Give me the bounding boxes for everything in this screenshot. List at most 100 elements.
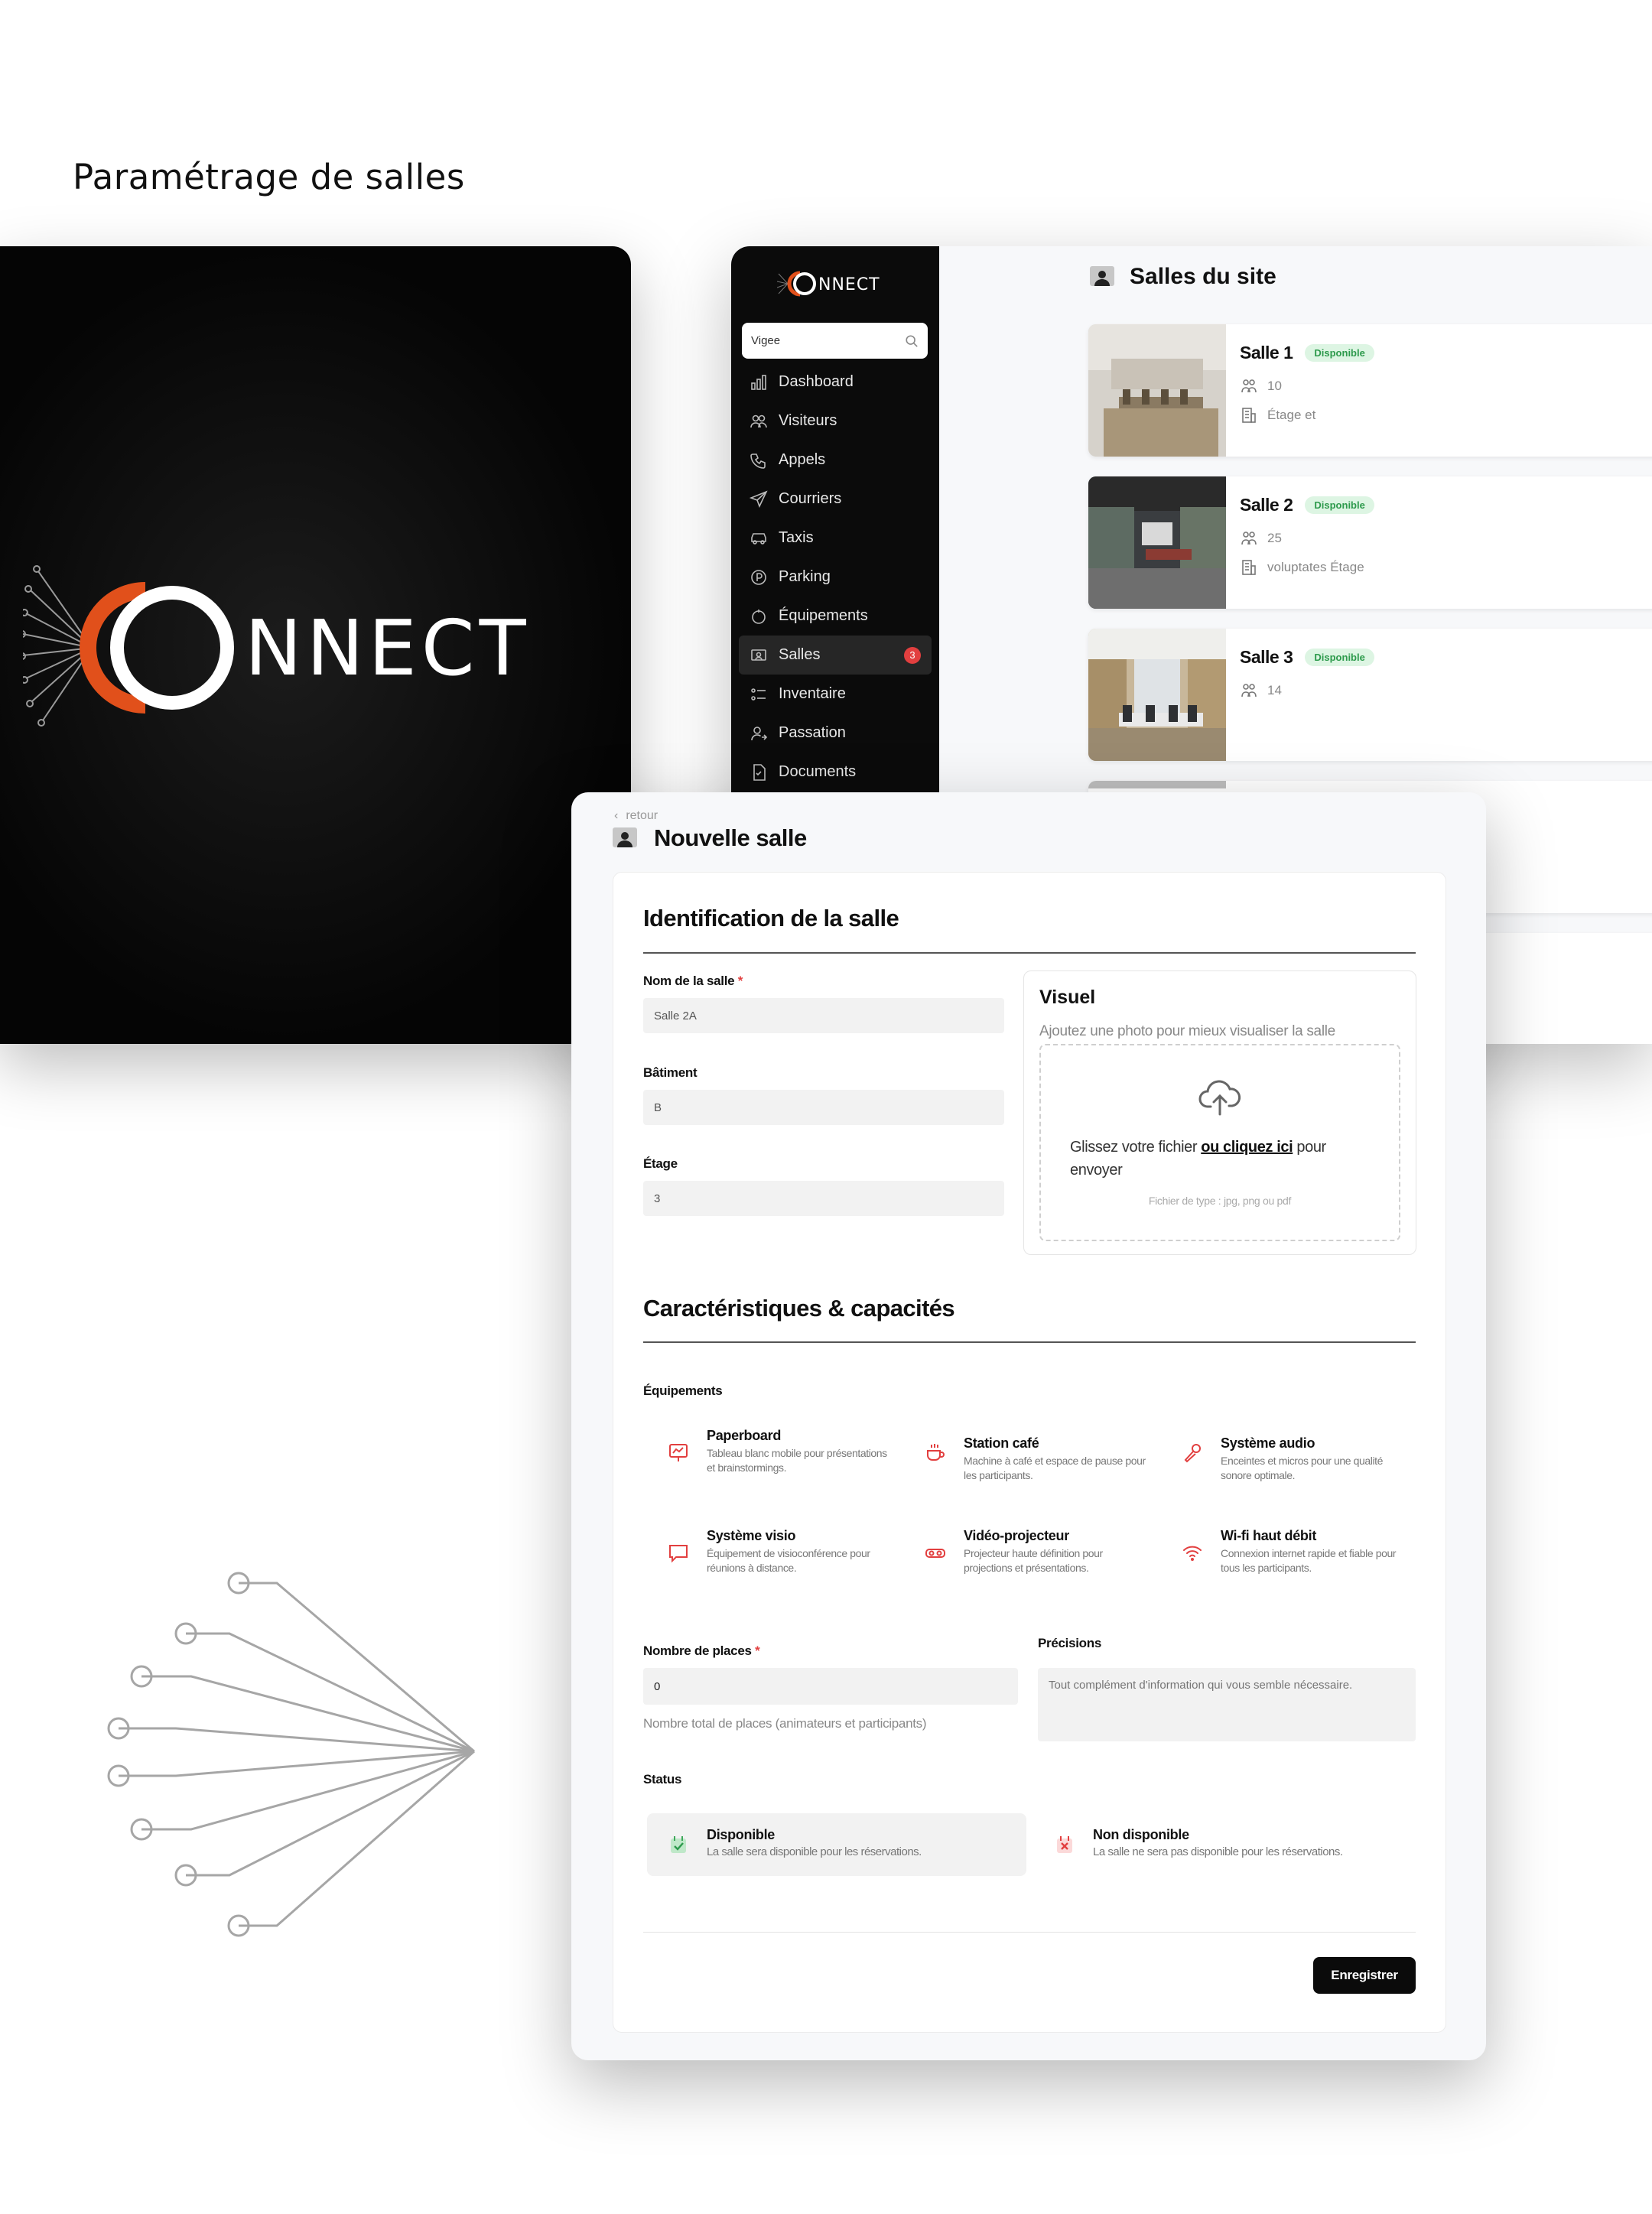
equipment-name: Système audio [1221, 1435, 1315, 1451]
sidebar-item-courriers[interactable]: Courriers [739, 480, 932, 519]
search-icon[interactable] [905, 334, 919, 348]
room-location: Étage et [1240, 406, 1374, 424]
capacity-value: 10 [1267, 379, 1282, 393]
sidebar-item-label: Courriers [779, 490, 842, 507]
visual-panel: Visuel Ajoutez une photo pour mieux visu… [1023, 970, 1416, 1255]
status-option-non-disponible[interactable]: Non disponible La salle ne sera pas disp… [1033, 1813, 1416, 1876]
users-icon [1241, 532, 1257, 545]
equipment-name: Vidéo-projecteur [964, 1528, 1069, 1543]
visual-subtitle: Ajoutez une photo pour mieux visualiser … [1039, 1023, 1335, 1039]
sidebar-item-parking[interactable]: Parking [739, 558, 932, 597]
room-card-salle-1[interactable]: Salle 1 Disponible 10 Étage et [1088, 324, 1652, 457]
drop-text-before: Glissez votre fichier [1070, 1139, 1202, 1156]
logo-card: NNECT [0, 246, 631, 1044]
room-name: Salle 3 [1240, 647, 1293, 667]
users-icon [750, 415, 767, 428]
sidebar-item-label: Visiteurs [779, 412, 837, 429]
floor-label: Étage [643, 1156, 678, 1171]
form-header: Nouvelle salle [611, 824, 807, 852]
label-text: Nom de la salle [643, 974, 735, 988]
svg-text:NNECT: NNECT [818, 275, 880, 294]
sidebar-item-inventaire[interactable]: Inventaire [739, 675, 932, 714]
back-label: retour [626, 809, 659, 822]
status-option-disponible[interactable]: Disponible La salle sera disponible pour… [647, 1813, 1026, 1876]
floor-input[interactable] [643, 1181, 1004, 1216]
capacity-value: 14 [1267, 683, 1282, 697]
parking-icon [751, 569, 766, 585]
room-card-salle-3[interactable]: Salle 3 Disponible 14 [1088, 629, 1652, 761]
browse-link[interactable]: ou cliquez ici [1201, 1139, 1293, 1156]
label-text: Nombre de places [643, 1643, 752, 1658]
room-location: voluptates Étage [1240, 558, 1374, 577]
room-info: Salle 1 Disponible 10 Étage et [1240, 343, 1374, 424]
save-button[interactable]: Enregistrer [1313, 1957, 1416, 1994]
room-capacity: 14 [1240, 681, 1374, 700]
capacity-value: 25 [1267, 531, 1282, 545]
room-name-input[interactable] [643, 998, 1004, 1033]
sidebar-item-passation[interactable]: Passation [739, 714, 932, 753]
back-link[interactable]: ‹ retour [614, 809, 658, 823]
sidebar-item-dashboard[interactable]: Dashboard [739, 362, 932, 402]
precisions-label: Précisions [1038, 1636, 1101, 1650]
room-photo [1088, 324, 1226, 457]
places-input[interactable] [643, 1668, 1018, 1705]
sidebar-item-label: Passation [779, 724, 846, 741]
room-card-salle-2[interactable]: Salle 2 Disponible 25 voluptates Étage [1088, 476, 1652, 609]
cloud-upload-icon [1198, 1080, 1241, 1116]
search-input[interactable] [751, 334, 905, 347]
building-input[interactable] [643, 1090, 1004, 1125]
room-name: Salle 2 [1240, 495, 1293, 515]
equipment-name: Paperboard [707, 1428, 782, 1443]
new-room-window: ‹ retour Nouvelle salle Identification d… [571, 792, 1486, 2060]
sidebar-search[interactable] [742, 323, 928, 359]
precisions-textarea[interactable] [1038, 1668, 1416, 1741]
status-badge: Disponible [1305, 344, 1374, 362]
equipment-name: Système visio [707, 1528, 796, 1543]
sidebar-item-label: Salles [779, 646, 821, 663]
file-type-hint: Fichier de type : jpg, png ou pdf [1148, 1195, 1292, 1207]
send-icon [750, 490, 768, 508]
room-name: Salle 1 [1240, 343, 1293, 362]
sidebar-item-documents[interactable]: Documents [739, 753, 932, 792]
cross-calendar-icon [1057, 1836, 1072, 1853]
sidebar-item-label: Parking [779, 568, 831, 585]
equipment-desc: Connexion internet rapide et fiable pour… [1221, 1547, 1397, 1574]
video-chat-icon [669, 1545, 688, 1563]
microphone-icon [1184, 1444, 1201, 1463]
sidebar-item-label: Équipements [779, 607, 868, 624]
salles-header: Salles du site [1088, 263, 1276, 291]
places-label: Nombre de places * [643, 1643, 760, 1659]
location-value: voluptates Étage [1267, 560, 1364, 574]
room-icon [751, 649, 766, 661]
places-help: Nombre total de places (animateurs et pa… [643, 1716, 927, 1731]
section-title-identification: Identification de la salle [643, 905, 899, 931]
circuit-decoration [107, 1572, 475, 1937]
sidebar-item-taxis[interactable]: Taxis [739, 519, 932, 558]
room-photo [1088, 629, 1226, 761]
status-desc: La salle ne sera pas disponible pour les… [1093, 1845, 1343, 1858]
room-name-row: Salle 3 Disponible [1240, 647, 1374, 668]
building-icon [1242, 408, 1256, 423]
sidebar-logo: NNECT [777, 271, 880, 297]
visual-title: Visuel [1039, 987, 1096, 1008]
status-desc: La salle sera disponible pour les réserv… [707, 1845, 922, 1858]
list-icon [751, 688, 766, 701]
building-label: Bâtiment [643, 1065, 698, 1080]
room-name-row: Salle 2 Disponible [1240, 495, 1374, 515]
room-photo [1088, 781, 1226, 788]
car-icon [751, 532, 766, 545]
equipment-label: Équipements [643, 1383, 723, 1398]
equipment-desc: Machine à café et espace de pause pour l… [964, 1455, 1146, 1481]
sidebar-item-equipements[interactable]: Équipements [739, 597, 932, 636]
room-icon [1090, 266, 1114, 286]
sidebar-item-label: Appels [779, 451, 826, 468]
status-badge: Disponible [1305, 649, 1374, 666]
file-dropzone[interactable]: Glissez votre fichier ou cliquez ici pou… [1039, 1044, 1400, 1241]
sidebar-item-visiteurs[interactable]: Visiteurs [739, 402, 932, 441]
sidebar-item-salles[interactable]: Salles 3 [739, 636, 932, 675]
svg-text:NNECT: NNECT [245, 603, 531, 693]
coffee-icon [927, 1444, 945, 1461]
phone-icon [750, 453, 766, 469]
status-badge: Disponible [1305, 496, 1374, 514]
sidebar-item-appels[interactable]: Appels [739, 441, 932, 480]
